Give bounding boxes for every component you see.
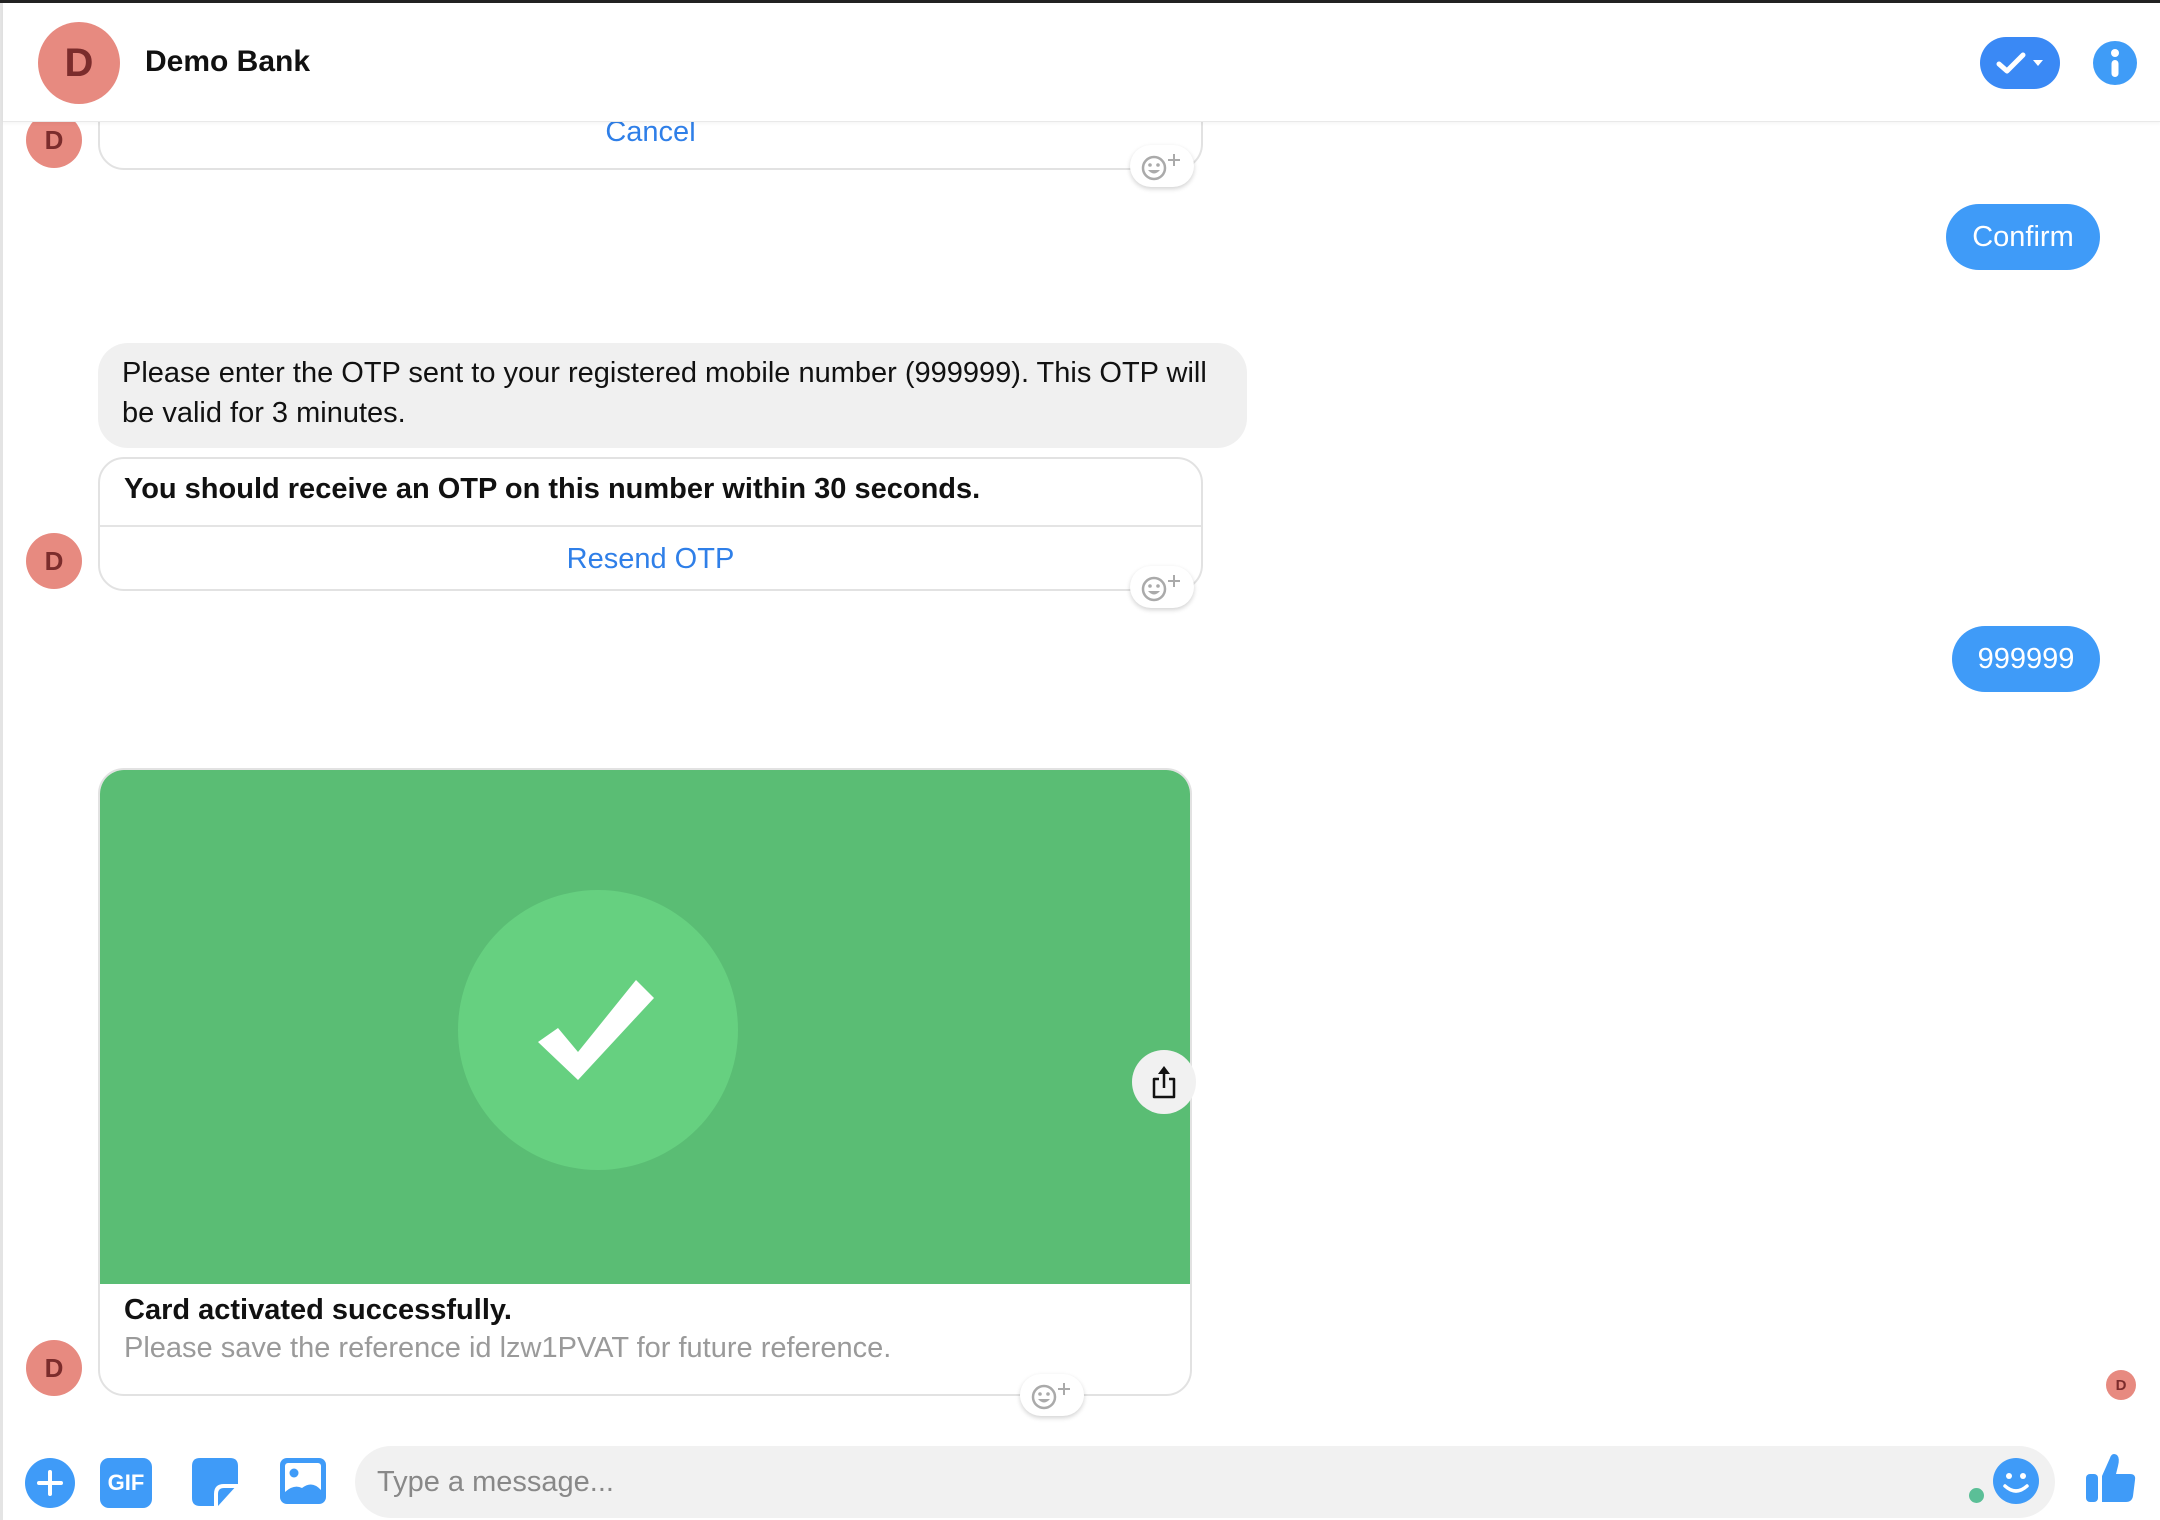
- sticker-icon: [192, 1458, 238, 1506]
- photo-button[interactable]: [280, 1458, 326, 1504]
- share-button[interactable]: [1132, 1050, 1196, 1114]
- read-receipt-avatar: D: [2106, 1370, 2136, 1400]
- chevron-down-icon: [2033, 60, 2043, 66]
- plus-icon: [37, 1470, 63, 1496]
- info-icon: [2111, 49, 2119, 77]
- thumbs-up-icon: [2086, 1454, 2136, 1502]
- success-card: Card activated successfully. Please save…: [98, 768, 1192, 1396]
- check-icon: [1996, 52, 2026, 74]
- message-composer: [355, 1446, 2055, 1518]
- success-image: [100, 770, 1190, 1284]
- success-subtitle: Please save the reference id lzw1PVAT fo…: [124, 1332, 892, 1364]
- resend-otp-button[interactable]: Resend OTP: [100, 527, 1201, 589]
- add-reaction-button[interactable]: [1130, 145, 1194, 187]
- emoji-button[interactable]: [1993, 1458, 2039, 1504]
- online-status-dot: [1969, 1488, 1984, 1503]
- mark-done-button[interactable]: [1980, 37, 2060, 89]
- user-message-otp: 999999: [1952, 626, 2100, 692]
- bot-avatar: D: [26, 1340, 82, 1396]
- gif-button[interactable]: GIF: [100, 1458, 152, 1508]
- chat-header: D Demo Bank: [3, 3, 2160, 122]
- message-input[interactable]: [377, 1446, 1877, 1518]
- otp-card-title: You should receive an OTP on this number…: [124, 473, 981, 505]
- success-title: Card activated successfully.: [124, 1294, 512, 1326]
- emoji-add-icon: [1141, 575, 1180, 602]
- bot-avatar: D: [26, 533, 82, 589]
- sticker-button[interactable]: [192, 1458, 238, 1506]
- gif-icon: GIF: [107, 1470, 145, 1495]
- info-button[interactable]: [2093, 41, 2137, 85]
- checkmark-icon: [538, 980, 654, 1080]
- like-button[interactable]: [2086, 1452, 2138, 1504]
- emoji-add-icon: [1141, 154, 1180, 181]
- user-message-confirm: Confirm: [1946, 204, 2100, 270]
- image-icon: [280, 1458, 326, 1504]
- emoji-add-icon: [1031, 1383, 1070, 1410]
- smiley-icon: [2003, 1473, 2029, 1493]
- bot-message-otp-prompt: Please enter the OTP sent to your regist…: [98, 343, 1247, 448]
- share-icon: [1152, 1066, 1176, 1099]
- add-reaction-button[interactable]: [1020, 1374, 1084, 1416]
- header-avatar[interactable]: D: [38, 22, 120, 104]
- more-actions-button[interactable]: [25, 1458, 75, 1508]
- otp-card: You should receive an OTP on this number…: [98, 457, 1203, 591]
- add-reaction-button[interactable]: [1130, 566, 1194, 608]
- page-title: Demo Bank: [145, 45, 311, 78]
- left-border: [0, 3, 3, 1520]
